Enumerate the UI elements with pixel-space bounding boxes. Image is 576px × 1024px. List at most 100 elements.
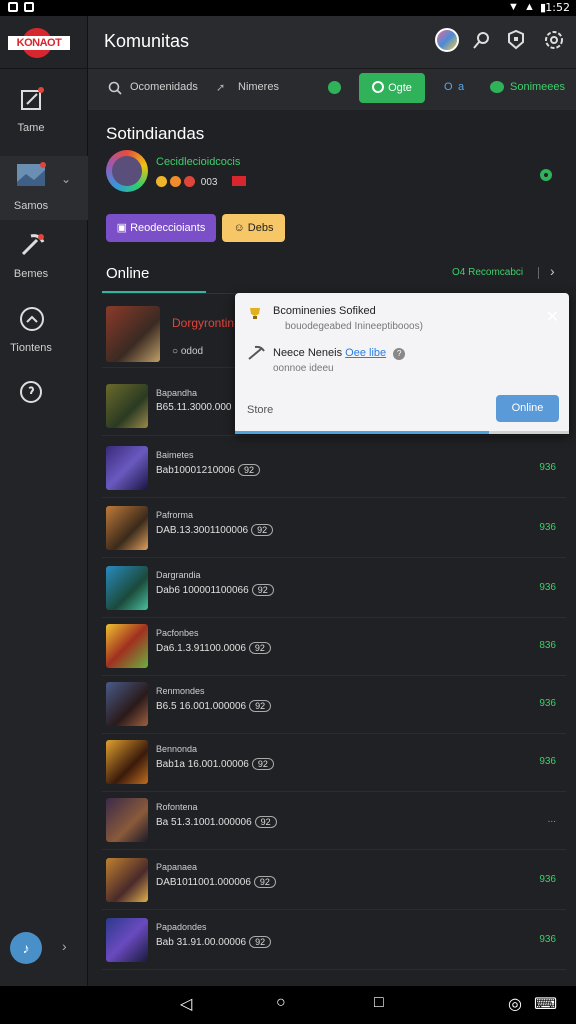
popup-link[interactable]: Oee libe [345,347,386,359]
filter-comunidades[interactable]: Ocomenidads [130,81,198,93]
level-badge: 92 [237,464,260,476]
sidebar-item-label: Tiontens [10,342,52,354]
filter-last[interactable]: Sonimeees [510,81,565,93]
search-icon[interactable] [470,28,494,52]
recents-icon[interactable]: □ [374,994,384,1012]
status-count: 936 [539,698,556,709]
popup-line-1-sub: bouodegeabed Inineeptibooos) [285,321,423,332]
list-item-sub: ○ odod [172,346,203,357]
coin-icon [170,176,181,187]
green-filter-label: Ogte [388,82,412,94]
profile-avatar[interactable] [106,150,148,192]
purple-button-label: Reodeccioiants [130,222,206,234]
signal-icon: ▲ [524,1,535,13]
list-item-name: Bennonda [156,744,198,754]
list-item-sub: B65.11.3000.000 [156,402,232,413]
status-count: 936 [539,462,556,473]
level-badge: 92 [249,700,272,712]
sidebar-item-tame[interactable]: Tame [0,86,88,150]
filter-bar: Ocomenidads ➚ Nimeres Ogte O a Sonimeees [88,68,576,110]
list-item[interactable]: Baimetes Bab10001210006 92 936 [102,440,566,498]
divider [538,267,539,279]
sidebar: KONAOT Tame Samos ⌄ Bemes Tiontens ♪ › [0,16,88,986]
status-count: 836 [539,640,556,651]
shield-icon[interactable] [504,28,528,52]
status-count: 936 [539,934,556,945]
level-badge: 92 [254,816,277,828]
filter-nimeres[interactable]: Nimeres [238,81,279,93]
filter-q[interactable]: a [458,81,464,93]
search-small-icon: O [444,81,453,93]
popup-online-button[interactable]: Online [496,395,559,422]
purple-action-button[interactable]: ▣ Reodeccioiants [106,214,216,242]
gear-icon[interactable] [538,167,554,183]
section-title: Sotindiandas [106,124,205,143]
popup-line-2-text: Neece Neneis [273,347,343,359]
list-item[interactable]: Pacfonbes Da6.1.3.91100.0006 92 836 [102,618,566,676]
edit-icon [21,87,44,110]
chevron-right-icon[interactable]: › [62,938,67,954]
level-badge: 92 [249,936,272,948]
progress-fill [235,431,489,434]
list-item[interactable]: Rofontena Ba 51.3.1001.000006 92 ... [102,792,566,850]
home-icon[interactable]: ○ [276,994,286,1012]
yellow-action-button[interactable]: ☺ Debs [222,214,285,242]
list-item-sub-text: DAB.13.3001100006 [156,525,249,536]
chevron-right-icon[interactable]: › [550,263,555,279]
progress-bar [235,431,569,434]
coin-count: 003 [200,177,218,188]
list-item[interactable]: Dargrandia Dab6 100001100066 92 936 [102,560,566,618]
keyboard-icon[interactable]: ⌨ [534,994,557,1014]
trophy-icon [250,308,260,319]
brand-name: KONAOT [8,36,70,50]
status-count: 936 [539,756,556,767]
popup-store-label[interactable]: Store [247,404,273,416]
level-badge: 92 [251,584,274,596]
divider [0,68,88,69]
list-item[interactable]: Papadondes Bab 31.91.00.00006 92 936 [102,912,566,970]
game-thumbnail [106,446,148,490]
list-item-name: Pacfonbes [156,628,199,638]
list-item[interactable]: Pafrorma DAB.13.3001100006 92 936 [102,500,566,558]
online-count[interactable]: O4 Recomcabci [452,267,523,278]
list-item-sub-text: Bab10001210006 [156,465,235,476]
pickaxe-icon [21,234,45,256]
avatar-face [112,156,142,186]
list-item[interactable]: Bennonda Bab1a 16.001.00006 92 936 [102,734,566,792]
chevron-down-icon[interactable]: ⌄ [61,172,71,186]
list-item-name: Baimetes [156,450,194,460]
sidebar-item-bemes[interactable]: Bemes [0,232,88,296]
list-item-sub-text: B6.5 16.001.000006 [156,701,247,712]
coins-row: 003 [156,176,247,188]
profile-name[interactable]: Cecidlecioidcocis [156,156,240,168]
game-thumbnail [106,306,160,362]
green-filter-button[interactable]: Ogte [359,73,425,103]
list-item-sub: Ba 51.3.1001.000006 92 [156,816,277,828]
brand-logo[interactable]: KONAOT [8,28,70,58]
popup-line-2-sub: oonnoe ideeu [273,363,334,374]
wifi-icon: ▼ [508,1,519,13]
music-button[interactable]: ♪ [10,932,42,964]
list-item-sub: DAB.13.3001100006 92 [156,524,274,536]
notification-icon [24,2,34,12]
sidebar-item-samos[interactable]: Samos [0,156,88,220]
list-item[interactable]: Papanaea DAB1011001.000006 92 936 [102,852,566,910]
list-item-sub: Bab1a 16.001.00006 92 [156,758,274,770]
avatar[interactable] [435,28,459,52]
game-thumbnail [106,506,148,550]
sidebar-item-tiontens[interactable]: Tiontens [0,306,88,370]
settings-icon[interactable] [542,28,566,52]
notification-icon [8,2,18,12]
list-item-sub-text: odod [180,346,204,357]
yellow-button-label: Debs [247,222,274,234]
info-icon[interactable]: ? [393,348,406,360]
search-icon [108,81,122,95]
back-icon[interactable]: ◁ [180,994,192,1014]
tab-online[interactable]: Online [106,265,149,282]
assistant-icon[interactable]: ◎ [508,994,522,1014]
level-badge: 92 [253,876,276,888]
close-icon[interactable]: ✕ [546,307,559,327]
sidebar-item-help[interactable] [0,380,88,444]
list-item[interactable]: Renmondes B6.5 16.001.000006 92 936 [102,676,566,734]
pickaxe-icon [248,345,265,360]
